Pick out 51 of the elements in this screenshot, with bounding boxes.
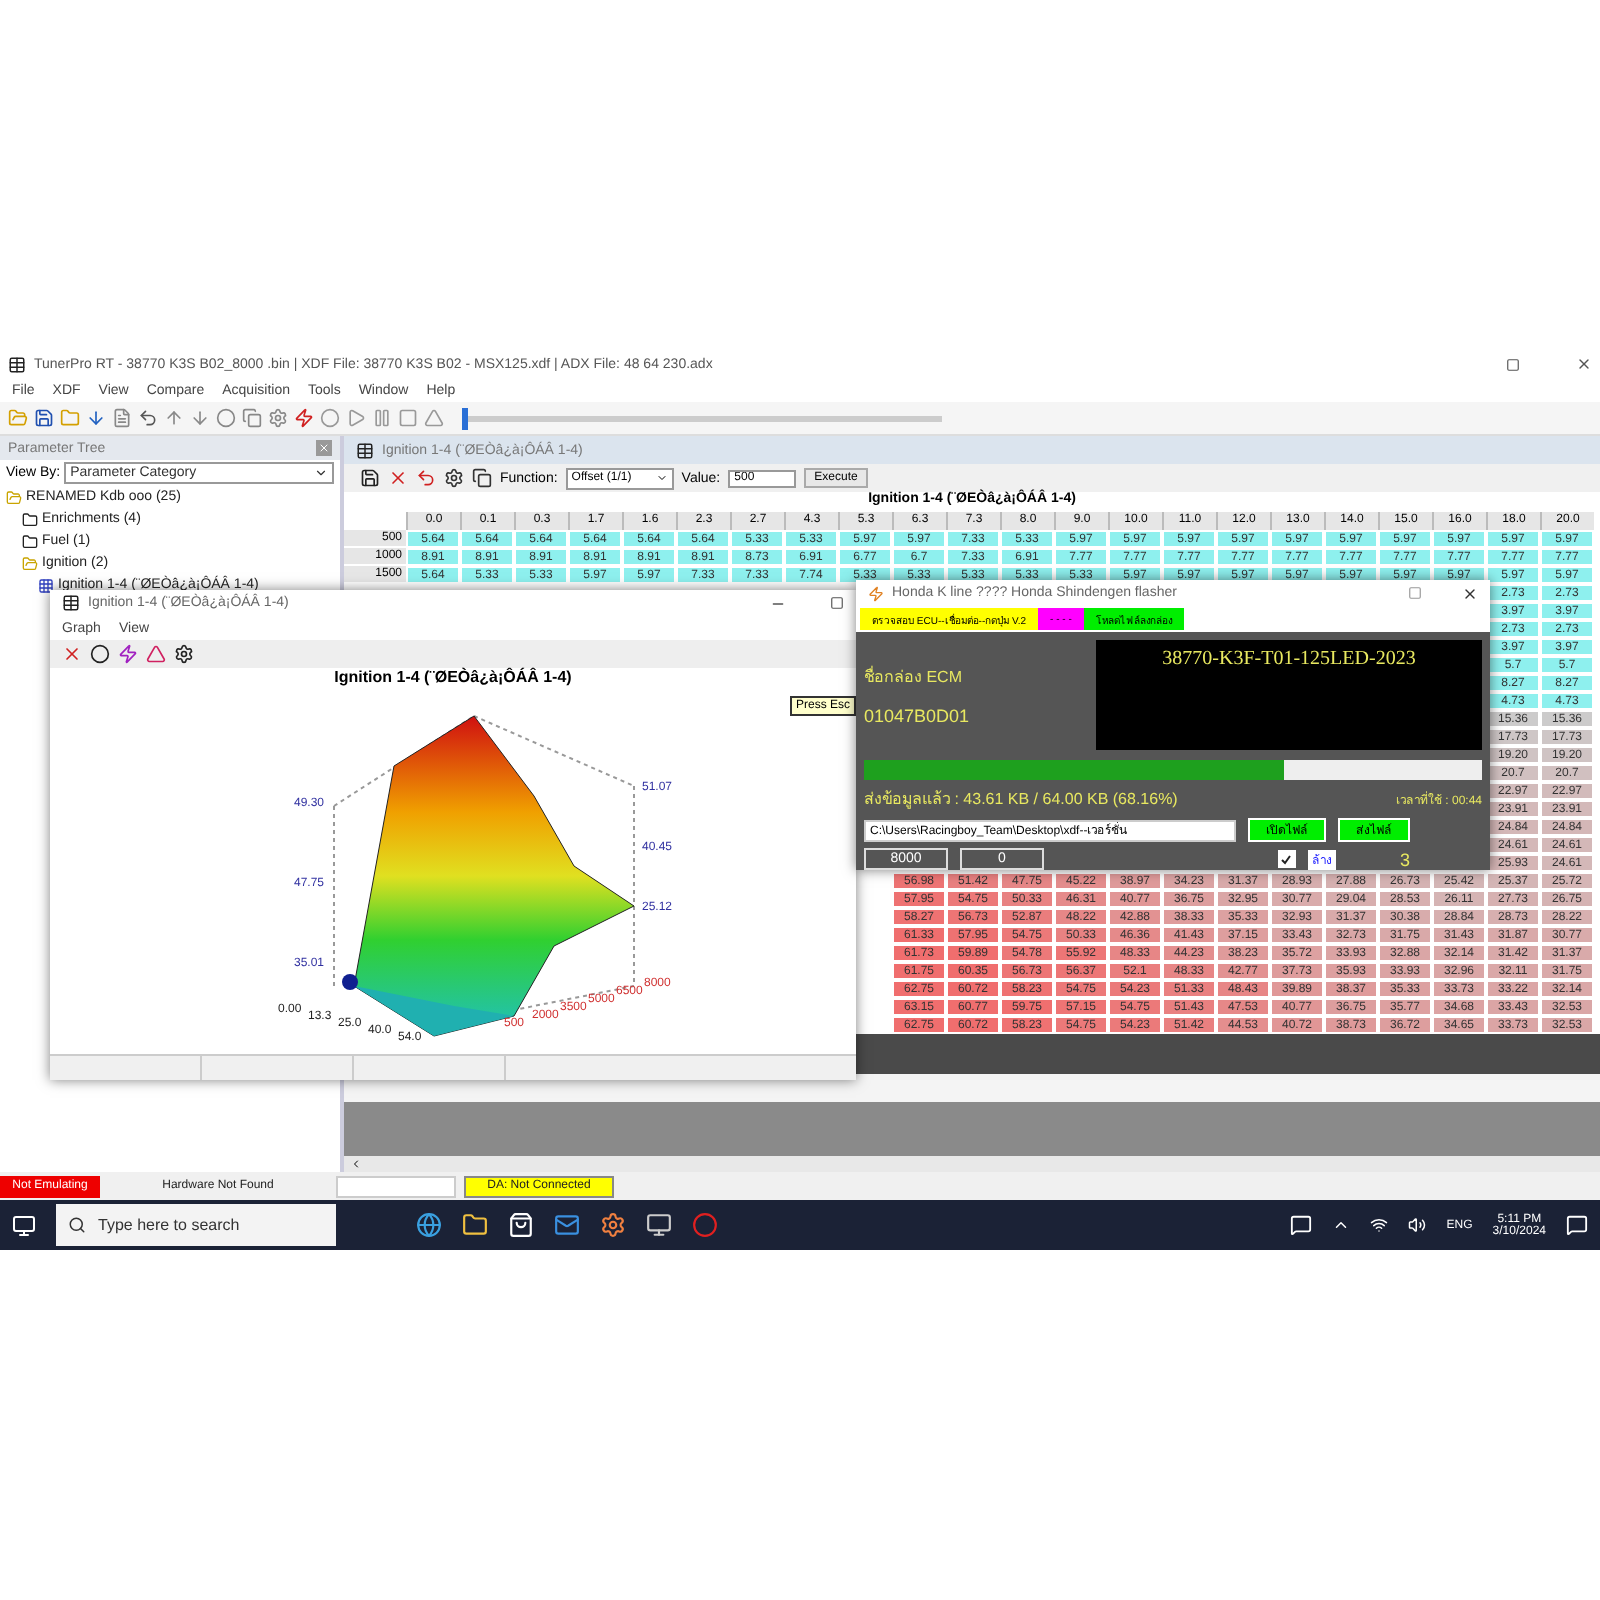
play-icon[interactable]	[346, 408, 366, 428]
gear-icon[interactable]	[600, 1212, 626, 1238]
ecm-id: 01047B0D01	[864, 706, 972, 726]
folder-icon	[22, 533, 38, 549]
restore-icon[interactable]	[1506, 357, 1520, 371]
eject-icon[interactable]	[424, 408, 444, 428]
search-icon	[68, 1216, 86, 1234]
close-icon[interactable]	[1462, 585, 1478, 601]
folder-icon	[22, 511, 38, 527]
undo-icon[interactable]	[416, 468, 436, 488]
gear-icon[interactable]	[444, 468, 464, 488]
chart-title: Ignition 1-4 (¨ØEÒâ¿à¡ÔÁÂ 1-4)	[334, 668, 572, 686]
save-icon[interactable]	[34, 408, 54, 428]
maximize-icon[interactable]	[830, 596, 844, 610]
record-icon[interactable]	[320, 408, 340, 428]
circle-icon[interactable]	[216, 408, 236, 428]
volume-icon[interactable]	[1408, 1216, 1427, 1234]
mail-icon[interactable]	[554, 1212, 580, 1238]
scrollbar[interactable]	[344, 1156, 1600, 1172]
undo-icon[interactable]	[138, 408, 158, 428]
status-pane	[336, 1175, 456, 1197]
chevron-up-icon[interactable]	[1332, 1216, 1351, 1234]
counter: 3	[1399, 849, 1410, 869]
folder-icon[interactable]	[462, 1212, 488, 1238]
clear-checkbox[interactable]	[1277, 850, 1296, 868]
wifi-icon[interactable]	[1370, 1216, 1389, 1234]
record-icon[interactable]	[692, 1212, 718, 1238]
slider-thumb[interactable]	[462, 407, 468, 429]
sent-status: ส่งข้อมูลแล้ว : 43.61 KB / 64.00 KB (68.16%)	[864, 788, 1178, 812]
table-icon	[38, 577, 54, 593]
ecu-name-display: 38770-K3F-T01-125LED-2023	[1096, 640, 1482, 750]
download-icon[interactable]	[86, 408, 106, 428]
stop-icon[interactable]	[398, 408, 418, 428]
search-field[interactable]: Type here to search	[56, 1204, 336, 1246]
copy-icon[interactable]	[472, 468, 492, 488]
shape-icon[interactable]	[146, 644, 166, 664]
close-icon[interactable]	[1576, 356, 1592, 372]
bag-icon[interactable]	[508, 1212, 534, 1238]
document-icon[interactable]	[112, 408, 132, 428]
lightning-icon[interactable]	[294, 408, 314, 428]
down-arrow-icon[interactable]	[190, 408, 210, 428]
pause-icon[interactable]	[372, 408, 392, 428]
open-folder-icon	[6, 489, 22, 505]
ecm-label: ชื่อกล่อง ECM	[864, 664, 964, 690]
scroll-left-icon[interactable]	[350, 1158, 362, 1170]
notification-icon[interactable]	[1566, 1214, 1588, 1236]
monitor-icon[interactable]	[646, 1212, 672, 1238]
open-folder-icon	[22, 555, 38, 571]
up-arrow-icon[interactable]	[164, 408, 184, 428]
browser-icon[interactable]	[416, 1212, 442, 1238]
save-icon[interactable]	[360, 468, 380, 488]
